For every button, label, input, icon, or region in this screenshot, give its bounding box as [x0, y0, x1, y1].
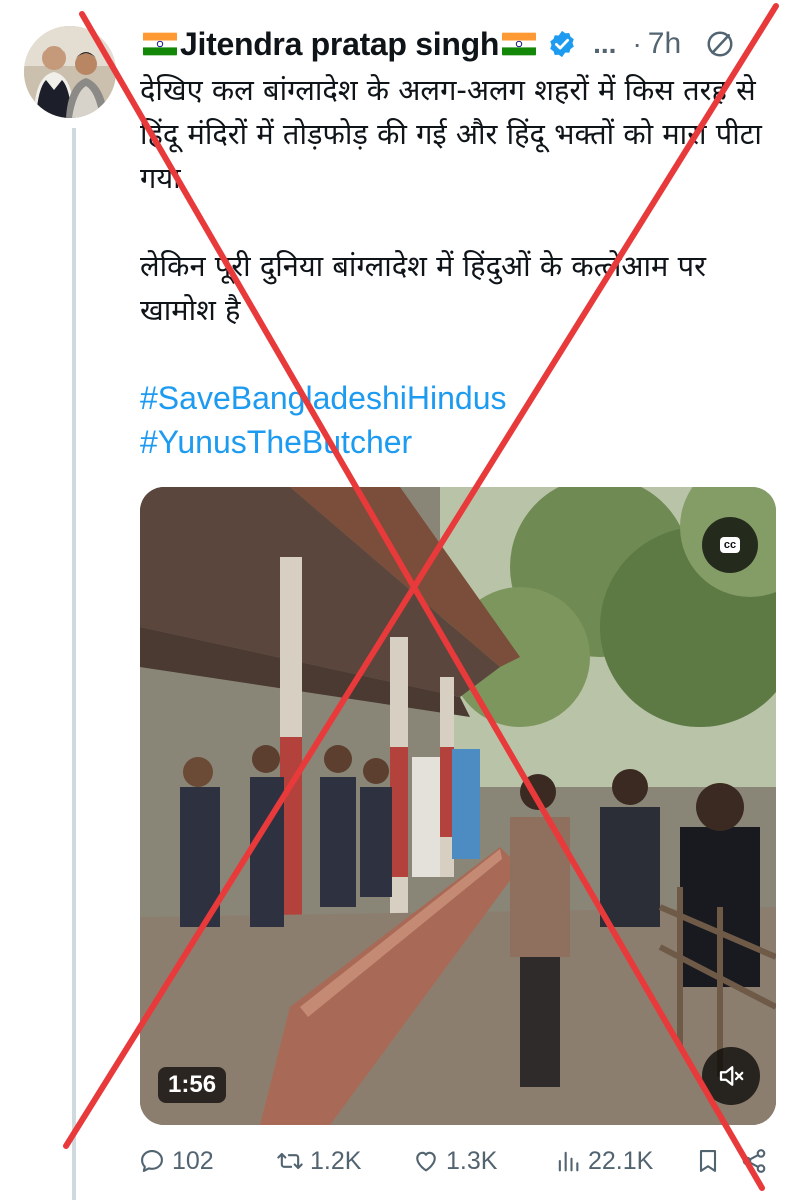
- repost-count: 1.2K: [310, 1146, 362, 1175]
- hashtag-list: #SaveBangladeshiHindus #YunusTheButcher: [140, 376, 786, 464]
- reply-button[interactable]: 102: [138, 1147, 214, 1176]
- indian-flag-icon: [143, 32, 177, 56]
- tweet-paragraph: लेकिन पूरी दुनिया बांग्लादेश में हिंदुओं…: [140, 249, 706, 327]
- video-duration: 1:56: [158, 1067, 227, 1103]
- author-avatar[interactable]: [24, 26, 116, 118]
- cc-label: cc: [719, 537, 741, 553]
- tweet-header: Jitendra pratap singh ... · 7h: [140, 20, 790, 68]
- author-name[interactable]: Jitendra pratap singh: [180, 26, 499, 63]
- speaker-muted-icon: [719, 1066, 744, 1086]
- verified-badge-icon[interactable]: [547, 29, 577, 59]
- grok-icon[interactable]: [705, 29, 735, 59]
- mute-button[interactable]: [702, 1047, 760, 1105]
- like-button[interactable]: 1.3K: [412, 1147, 497, 1176]
- thread-line: [72, 128, 76, 1200]
- tweet-body: देखिए कल बांग्लादेश के अलग-अलग शहरों में…: [140, 68, 786, 464]
- repost-button[interactable]: 1.2K: [276, 1147, 361, 1176]
- like-count: 1.3K: [446, 1146, 498, 1175]
- video-player[interactable]: cc 1:56: [140, 487, 776, 1125]
- share-button[interactable]: [740, 1147, 774, 1175]
- reply-count: 102: [172, 1146, 214, 1175]
- more-options-dots[interactable]: ...: [593, 28, 616, 60]
- closed-captions-button[interactable]: cc: [702, 517, 758, 573]
- repost-icon: [277, 1152, 303, 1170]
- heart-icon: [416, 1151, 436, 1172]
- views-button[interactable]: 22.1K: [554, 1147, 653, 1176]
- views-bar-chart-icon: [558, 1151, 579, 1172]
- video-frame: [140, 487, 776, 1125]
- tweet-timestamp[interactable]: 7h: [648, 27, 681, 61]
- bookmark-icon: [699, 1150, 717, 1172]
- hashtag-link[interactable]: #SaveBangladeshiHindus: [140, 376, 786, 420]
- header-separator: ·: [632, 28, 642, 59]
- indian-flag-icon: [502, 32, 537, 56]
- bookmark-button[interactable]: [694, 1147, 728, 1175]
- view-count: 22.1K: [588, 1146, 654, 1175]
- hashtag-link[interactable]: #YunusTheButcher: [140, 420, 786, 464]
- avatar-photo: [24, 26, 116, 118]
- share-icon: [742, 1149, 766, 1173]
- tweet-paragraph: देखिए कल बांग्लादेश के अलग-अलग शहरों में…: [140, 73, 762, 195]
- tweet-actions-bar: 102 1.2K 1.3K 22.1K: [138, 1138, 778, 1184]
- reply-icon: [141, 1150, 163, 1172]
